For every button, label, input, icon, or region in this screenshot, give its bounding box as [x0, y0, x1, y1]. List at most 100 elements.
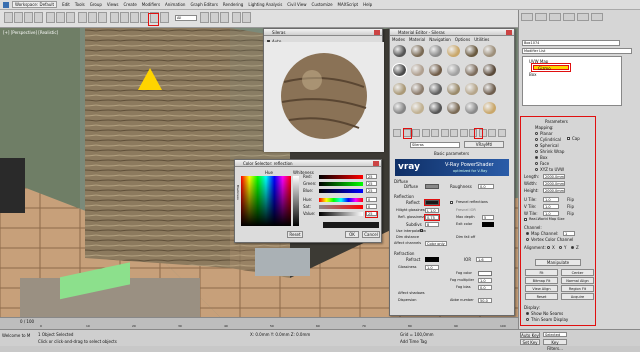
exit-color-swatch[interactable]	[482, 222, 494, 227]
toolbar-tool-icon-11[interactable]	[120, 12, 129, 23]
app-icon[interactable]	[3, 1, 9, 8]
close-icon[interactable]	[373, 161, 379, 166]
menu-item-group[interactable]: Group	[90, 2, 102, 7]
toolbar-tool-icon-6[interactable]	[66, 12, 75, 23]
cap-checkbox[interactable]	[567, 137, 570, 140]
align-button-center[interactable]: Center	[561, 269, 594, 276]
sample-slot-3[interactable]	[447, 45, 460, 57]
key-filters-button[interactable]: Key Filters...	[543, 339, 567, 351]
material-type-button[interactable]: VRayMtl	[464, 141, 504, 148]
me-tool-icon-7[interactable]	[459, 129, 468, 137]
length-spinner[interactable]: 2000.0mm	[543, 174, 565, 179]
fresnel-checkbox[interactable]	[450, 201, 453, 204]
toolbar-tool-icon-7[interactable]	[78, 12, 87, 23]
sample-slot-9[interactable]	[447, 64, 460, 76]
ok-button[interactable]: OK	[345, 231, 359, 238]
command-tab-icon-4[interactable]	[577, 13, 589, 21]
mapping-radio-box[interactable]	[535, 156, 538, 159]
height-spinner[interactable]: 2000.0mm	[543, 188, 565, 193]
sample-slot-14[interactable]	[429, 83, 442, 95]
menu-item-tools[interactable]: Tools	[75, 2, 85, 7]
sample-slot-6[interactable]	[392, 63, 407, 77]
channel-spinner-4[interactable]: 0	[366, 204, 377, 209]
me-menu-material[interactable]: Material	[409, 37, 425, 43]
me-tool-icon-2[interactable]	[412, 129, 420, 137]
menu-item-create[interactable]: Create	[123, 2, 136, 7]
mapping-radio-planar[interactable]	[535, 132, 538, 135]
show-no-seams-radio[interactable]	[526, 312, 529, 315]
stack-item-box[interactable]: Box	[529, 72, 536, 77]
toolbar-tool-icon-5[interactable]	[56, 12, 65, 23]
align-button-reset[interactable]: Reset	[525, 293, 558, 300]
sample-slot-18[interactable]	[393, 102, 406, 114]
sample-slot-15[interactable]	[447, 83, 460, 95]
align-button-bitmap-fit[interactable]: Bitmap Fit	[525, 277, 558, 284]
affect-channels-dropdown[interactable]: Color only	[425, 241, 447, 246]
toolbar-tool-icon-19[interactable]	[232, 12, 241, 23]
roughness-spinner[interactable]: 0.0	[478, 184, 494, 189]
channel-slider-0[interactable]	[319, 175, 363, 179]
menu-item-civil-view[interactable]: Civil View	[287, 2, 306, 7]
material-name-field[interactable]: Sileras	[410, 142, 460, 148]
sample-slot-4[interactable]	[465, 45, 478, 57]
toolbar-tool-icon-10[interactable]	[110, 12, 119, 23]
diffuse-swatch[interactable]	[425, 184, 439, 189]
close-icon[interactable]	[374, 30, 380, 35]
sample-preview-window[interactable]: Sileras Auto	[263, 28, 384, 152]
sample-slot-8[interactable]	[429, 64, 442, 76]
vertex-color-radio[interactable]	[526, 238, 529, 241]
hue-spectrum[interactable]	[241, 176, 291, 226]
toolbar-tool-icon-2[interactable]	[24, 12, 33, 23]
toolbar-tool-icon-15[interactable]	[160, 12, 169, 23]
viewport-label[interactable]: [+] [Perspective] [Realistic]	[3, 30, 58, 35]
toolbar-tool-icon-4[interactable]	[46, 12, 55, 23]
workspace-dropdown[interactable]: Workspace: Default	[12, 1, 58, 8]
channel-spinner-3[interactable]: 0	[366, 197, 377, 202]
me-tool-icon-10[interactable]	[488, 129, 496, 137]
channel-slider-3[interactable]	[319, 198, 363, 202]
me-tool-icon-3[interactable]	[421, 129, 430, 137]
sample-slot-19[interactable]	[411, 102, 424, 114]
fog-color-swatch[interactable]	[478, 271, 492, 276]
whiteness-bar[interactable]	[293, 176, 299, 226]
max-depth-spinner[interactable]: 5	[482, 215, 494, 220]
channel-slider-2[interactable]	[319, 189, 363, 193]
command-tab-icon-2[interactable]	[549, 13, 561, 21]
material-editor-window[interactable]: Material Editor - Sileras Modes Material N…	[389, 28, 515, 316]
sample-slot-13[interactable]	[411, 83, 424, 95]
auto-key-button[interactable]: Auto Key	[520, 332, 540, 338]
menu-item-rendering[interactable]: Rendering	[223, 2, 243, 7]
map-channel-radio[interactable]	[526, 232, 529, 235]
align-button-acquire[interactable]: Acquire	[561, 293, 594, 300]
sample-slot-11[interactable]	[483, 64, 496, 76]
sample-slot-10[interactable]	[465, 64, 478, 76]
sample-slot-5[interactable]	[483, 45, 496, 57]
u-tile-spinner[interactable]: 1.0	[543, 197, 559, 202]
sample-slot-21[interactable]	[447, 102, 460, 114]
filter-dropdown[interactable]: All	[175, 15, 197, 21]
channel-slider-5[interactable]	[319, 212, 363, 216]
me-menu-modes[interactable]: Modes	[392, 37, 405, 43]
mapping-radio-spherical[interactable]	[535, 144, 538, 147]
sample-slot-1[interactable]	[411, 45, 424, 57]
basic-params-rollout[interactable]: Basic parameters	[434, 151, 469, 156]
command-tab-icon-3[interactable]	[563, 13, 575, 21]
timeline[interactable]: 0 / 100 0 10 20 30 40 50 60 70 80 90 100	[0, 317, 518, 329]
me-tool-icon-4[interactable]	[431, 129, 439, 137]
parameters-title[interactable]: Parameters	[545, 119, 568, 124]
toolbar-tool-icon-3[interactable]	[34, 12, 43, 23]
toolbar-tool-icon-12[interactable]	[130, 12, 139, 23]
me-tool-icon-6[interactable]	[450, 129, 458, 137]
menu-item-lighting-analysis[interactable]: Lighting Analysis	[248, 2, 282, 7]
modifier-list-dropdown[interactable]: Modifier List	[522, 48, 632, 54]
align-button-normal-align[interactable]: Normal Align	[561, 277, 594, 284]
channel-slider-1[interactable]	[319, 182, 363, 186]
glossiness-spinner[interactable]: 1.0	[425, 265, 439, 270]
menu-item-customize[interactable]: Customize	[312, 2, 333, 7]
menu-item-views[interactable]: Views	[107, 2, 119, 7]
reset-button[interactable]: Reset	[287, 231, 303, 238]
sample-slot-20[interactable]	[429, 102, 442, 114]
toolbar-tool-icon-16[interactable]	[200, 12, 209, 23]
align-button-region-fit[interactable]: Region Fit	[561, 285, 594, 292]
align-axis-radio-x[interactable]	[547, 246, 550, 249]
